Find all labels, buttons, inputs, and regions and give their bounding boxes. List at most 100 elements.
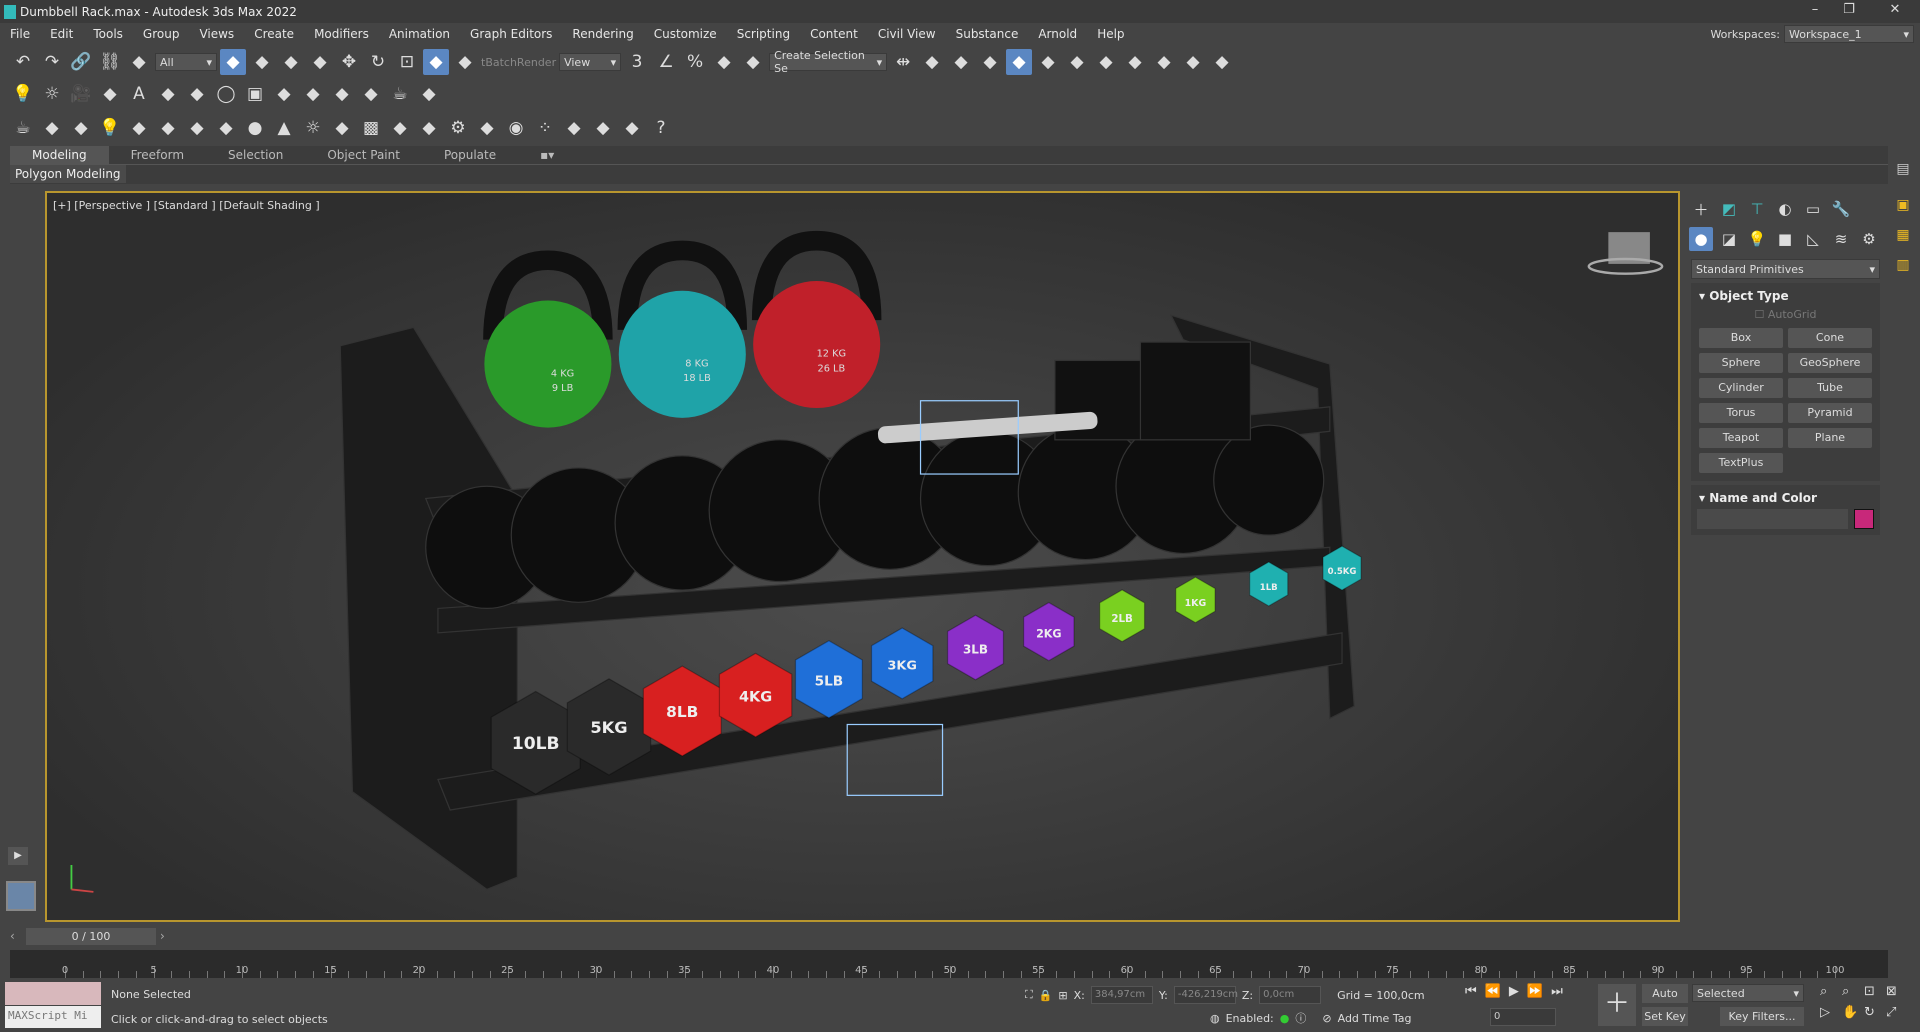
material-editor-icon[interactable]: ◆ [1122, 49, 1148, 75]
menu-create[interactable]: Create [244, 27, 304, 41]
edit-named-sel-icon[interactable]: ◆ [740, 49, 766, 75]
teapot-icon[interactable]: ☕ [387, 81, 413, 107]
ribbon-options-button[interactable]: ▪▾ [518, 146, 576, 165]
selection-filter-dropdown[interactable]: All ▾ [155, 53, 217, 71]
text-icon[interactable]: A [126, 81, 152, 107]
render-icon[interactable]: ◆ [1209, 49, 1235, 75]
maxscript-listener[interactable]: MAXScript Mi [5, 1006, 101, 1028]
reference-coord-dropdown[interactable]: View ▾ [559, 53, 622, 71]
set-key-button[interactable]: Set Key [1642, 1007, 1688, 1026]
shapes-icon[interactable]: ◪ [1717, 227, 1741, 251]
open-folder-icon[interactable]: ▣ [1890, 192, 1916, 218]
create-tab-icon[interactable]: ＋ [1689, 197, 1713, 221]
named-selection-dropdown[interactable]: Create Selection Se ▾ [769, 49, 888, 75]
select-object-icon[interactable]: ◆ [220, 49, 246, 75]
ball-icon[interactable]: ◉ [503, 115, 529, 141]
scene-explorer-icon[interactable]: ▤ [1890, 156, 1916, 182]
pyramid-button[interactable]: Pyramid [1788, 403, 1872, 423]
hierarchy-icon[interactable]: ▦ [1890, 222, 1916, 248]
key-mode-dropdown[interactable]: Selected ▾ [1692, 984, 1804, 1002]
enabled-indicator-icon[interactable]: ● [1280, 1012, 1290, 1025]
name-color-header[interactable]: ▾ Name and Color [1695, 489, 1876, 507]
helper-icon[interactable]: ◆ [300, 81, 326, 107]
auto-key-button[interactable]: Auto Key [1642, 984, 1688, 1019]
systems-icon[interactable]: ⚙ [1857, 227, 1881, 251]
purple-icon[interactable]: ◆ [561, 115, 587, 141]
track-bar[interactable]: 0 5 10 15 20 25 30 35 40 45 50 55 60 65 70 75 80 85 90 95 10… [10, 950, 1888, 978]
teapot-button[interactable]: Teapot [1699, 428, 1783, 448]
minimize-button[interactable]: – [1800, 2, 1830, 17]
x-field[interactable]: 384,97cm [1090, 986, 1153, 1004]
unlink-icon[interactable]: ⛓ [97, 49, 123, 75]
rotate-icon[interactable]: ↻ [365, 49, 391, 75]
scene-explorer-icon[interactable]: ◆ [948, 49, 974, 75]
bulb-icon[interactable]: ◆ [416, 81, 442, 107]
key-filters-button[interactable]: Key Filters... [1720, 1007, 1804, 1026]
image-icon[interactable]: ◆ [68, 115, 94, 141]
hierarchy-tab-icon[interactable]: ⊤ [1745, 197, 1769, 221]
pine-icon[interactable]: ◆ [155, 81, 181, 107]
dome-icon[interactable]: ◆ [213, 115, 239, 141]
zoom-extents-icon[interactable]: ⊡ [1864, 984, 1886, 999]
cube-icon[interactable]: ◆ [590, 115, 616, 141]
window-crossing-icon[interactable]: ◆ [307, 49, 333, 75]
sky-icon[interactable]: ◆ [39, 115, 65, 141]
light-icon[interactable]: 💡 [97, 115, 123, 141]
camera-group-icon[interactable]: ◆ [126, 115, 152, 141]
menu-animation[interactable]: Animation [379, 27, 460, 41]
spacewarps-icon[interactable]: ≋ [1829, 227, 1853, 251]
set-key-big-button[interactable]: ＋ [1598, 984, 1636, 1026]
menu-file[interactable]: File [0, 27, 40, 41]
cameras-icon[interactable]: ■ [1773, 227, 1797, 251]
next-key-icon[interactable]: ⏩ [1527, 984, 1543, 999]
menu-scripting[interactable]: Scripting [727, 27, 800, 41]
cylinder-button[interactable]: Cylinder [1699, 378, 1783, 398]
pyramid-icon[interactable]: ◆ [416, 115, 442, 141]
cone-button[interactable]: Cone [1788, 328, 1872, 348]
scale-icon[interactable]: ⊡ [394, 49, 420, 75]
capsule-icon[interactable]: ◆ [387, 115, 413, 141]
tab-populate[interactable]: Populate [422, 146, 518, 165]
prev-key-icon[interactable]: ⏪ [1485, 984, 1501, 999]
bind-spacewarp-icon[interactable]: ◆ [126, 49, 152, 75]
grid-icon[interactable]: ◆ [271, 81, 297, 107]
align-icon[interactable]: ◆ [919, 49, 945, 75]
dots-icon[interactable]: ⁘ [532, 115, 558, 141]
sun-icon[interactable]: ☼ [39, 81, 65, 107]
maximize-button[interactable]: ❐ [1834, 2, 1864, 17]
ribbon-toggle-icon[interactable]: ◆ [1006, 49, 1033, 75]
torus-icon[interactable]: ◯ [213, 81, 239, 107]
menu-rendering[interactable]: Rendering [562, 27, 643, 41]
tab-modeling[interactable]: Modeling [10, 145, 109, 165]
box-icon[interactable]: ▣ [242, 81, 268, 107]
redo-icon[interactable]: ↷ [39, 49, 65, 75]
menu-help[interactable]: Help [1087, 27, 1134, 41]
next-frame-arrow[interactable]: › [160, 929, 165, 943]
motion-tab-icon[interactable]: ◐ [1773, 197, 1797, 221]
cone-icon[interactable]: ▲ [271, 115, 297, 141]
angle-snap-icon[interactable]: ∠ [653, 49, 679, 75]
time-tag-icon[interactable]: ⊘ [1322, 1012, 1331, 1025]
render-frame-icon[interactable]: ◆ [1180, 49, 1206, 75]
zoom-icon[interactable]: ⌕ [1820, 984, 1842, 999]
tube-button[interactable]: Tube [1788, 378, 1872, 398]
snap-icon[interactable]: 3 [624, 49, 650, 75]
rect-region-icon[interactable]: ◆ [278, 49, 304, 75]
grass-icon[interactable]: ◆ [474, 115, 500, 141]
helpers-icon[interactable]: ◺ [1801, 227, 1825, 251]
isolate-icon[interactable]: ⛶ [1025, 988, 1033, 1002]
sun-icon[interactable]: ☼ [300, 115, 326, 141]
modify-tab-icon[interactable]: ◩ [1717, 197, 1741, 221]
perspective-viewport[interactable]: [+] [Perspective ] [Standard ] [Default … [45, 191, 1680, 922]
polygon-modeling-label[interactable]: Polygon Modeling [10, 165, 126, 183]
layout-tab-button[interactable] [6, 881, 36, 911]
menu-substance[interactable]: Substance [946, 27, 1029, 41]
goto-start-icon[interactable]: ⏮ [1465, 984, 1477, 999]
textplus-button[interactable]: TextPlus [1699, 453, 1783, 473]
plane-button[interactable]: Plane [1788, 428, 1872, 448]
menu-views[interactable]: Views [189, 27, 244, 41]
mini-listener-top[interactable] [5, 982, 101, 1005]
pivot-icon[interactable]: ◆ [452, 49, 478, 75]
lock-icon[interactable]: 🔒 [1039, 989, 1053, 1002]
lights-icon[interactable]: 💡 [1745, 227, 1769, 251]
